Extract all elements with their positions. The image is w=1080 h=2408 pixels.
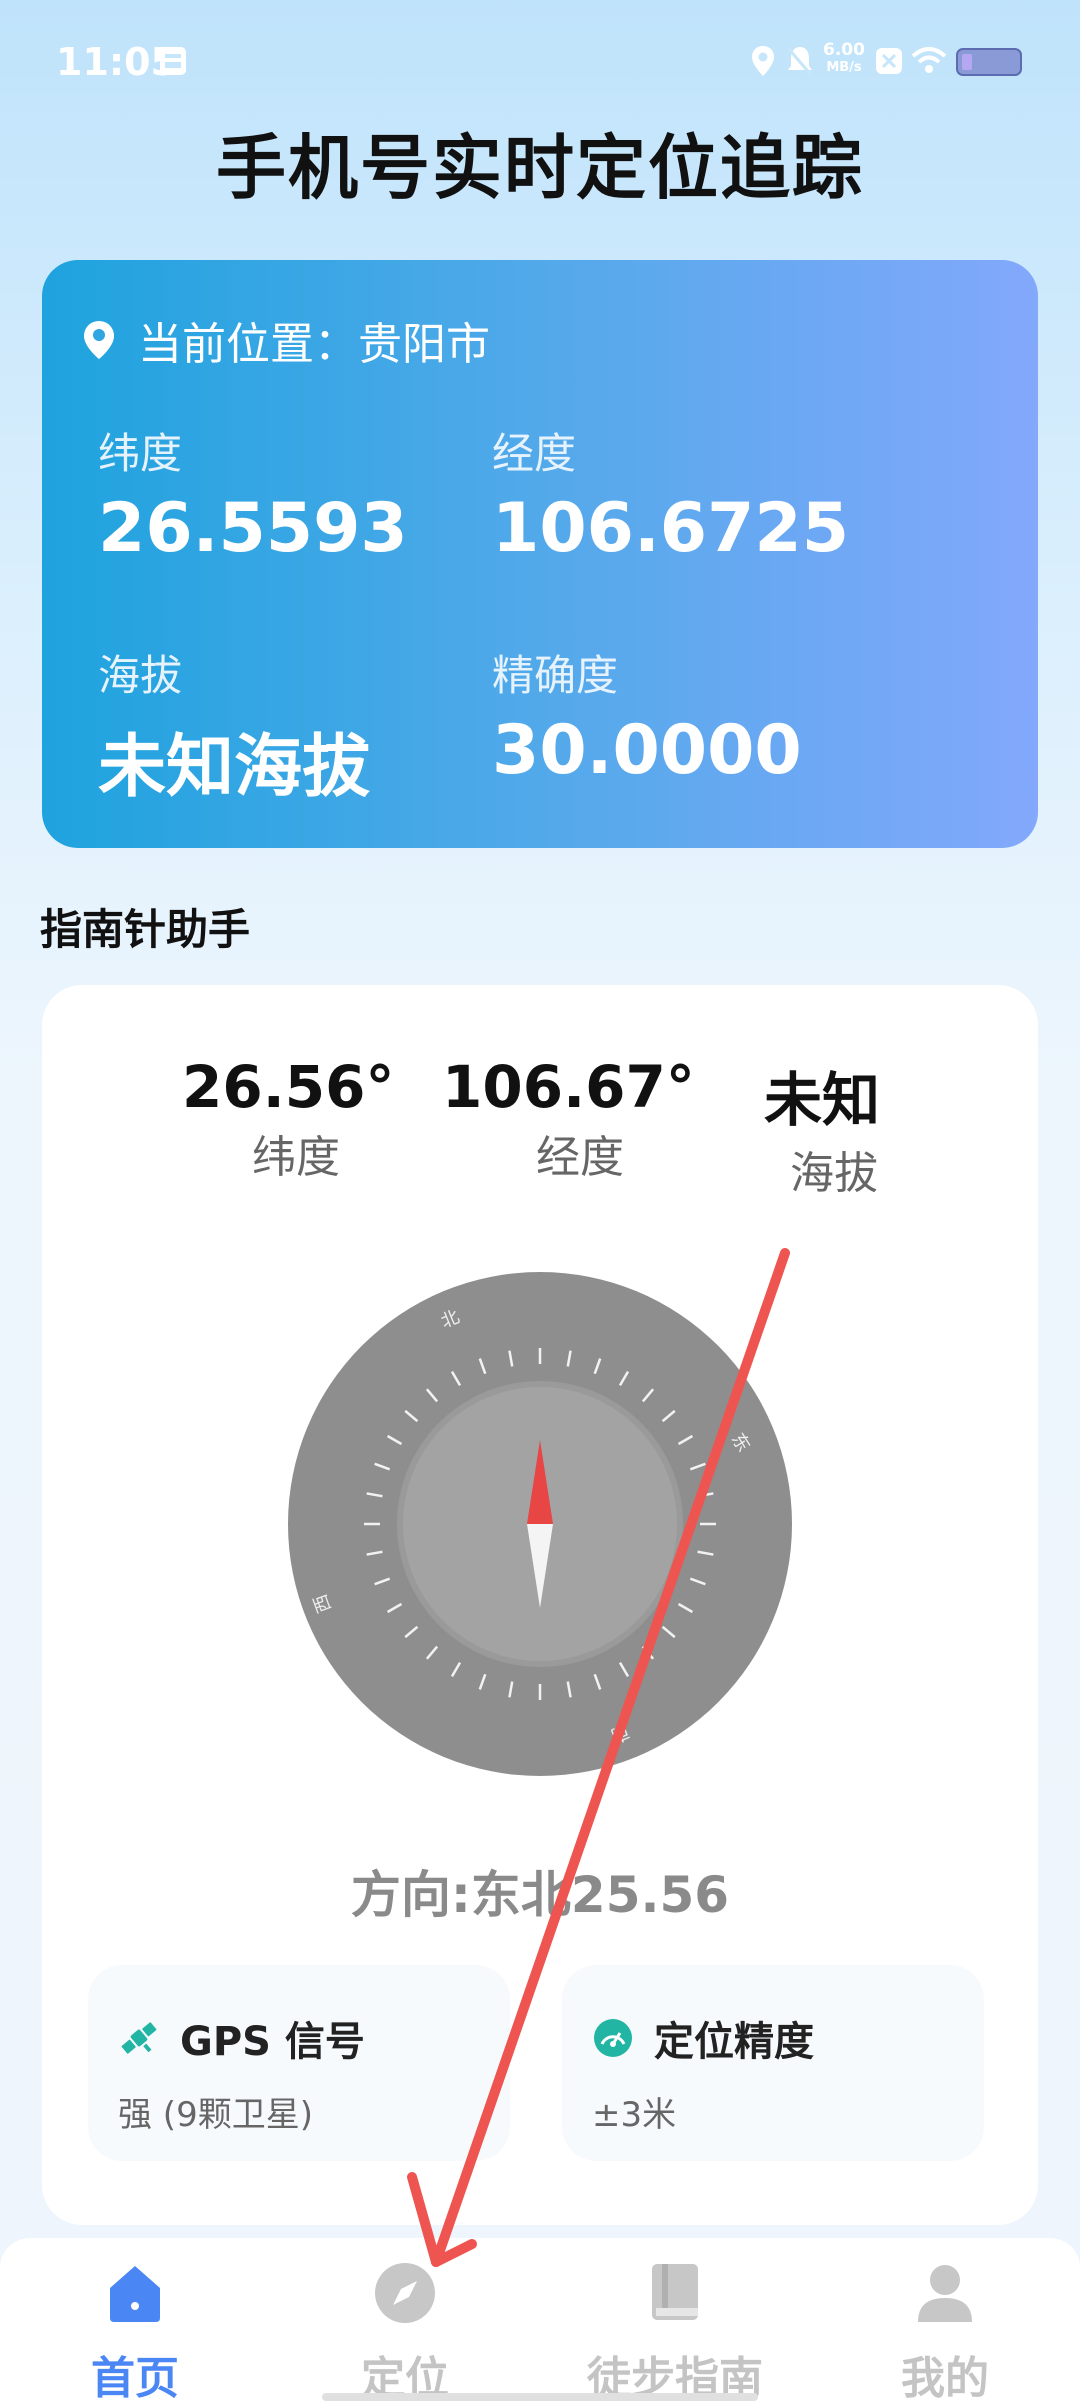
stat-latitude: 26.56° 纬度 [182,1053,402,1185]
stat-longitude-value: 106.67° [442,1053,695,1121]
accuracy-label: 精确度 [492,651,619,700]
longitude-cell: 经度 106.6725 [492,420,849,568]
compass-card: 26.56° 纬度 106.67° 经度 未知 海拔 北 东 南 西 方向:东北… [42,985,1038,2225]
section-title-compass: 指南针助手 [40,905,251,954]
satellite-icon [121,2022,157,2054]
accuracy-cell: 精确度 30.0000 [492,642,802,790]
stat-altitude-value: 未知 [764,1066,881,1134]
close-box-icon [876,48,902,74]
gps-signal-value: 强 (9颗卫星) [118,2095,313,2135]
gauge-icon [594,2019,632,2057]
notification-icon [160,47,186,75]
precision-title: 定位精度 [592,2009,814,2067]
stat-altitude: 未知 海拔 [764,1053,944,1201]
nav-hiking-guide[interactable]: 徒步指南 [540,2238,810,2408]
bottom-nav: 首页 定位 徒步指南 我的 [0,2238,1080,2408]
mute-icon [786,47,814,77]
stat-longitude: 106.67° 经度 [442,1053,695,1185]
precision-value: ±3米 [592,2095,677,2135]
status-bar: 11:05 6.00 MB/s [0,0,1080,120]
precision-title-text: 定位精度 [654,2019,814,2065]
location-icon [752,46,774,76]
nav-me-label: 我的 [901,2353,989,2404]
altitude-label: 海拔 [98,651,183,700]
stat-latitude-value: 26.56° [182,1053,395,1121]
nav-locate[interactable]: 定位 [270,2238,540,2408]
home-indicator[interactable] [322,2393,758,2401]
compass-dial[interactable]: 北 东 南 西 [286,1270,794,1778]
altitude-cell: 海拔 未知海拔 [98,642,370,810]
stat-latitude-label: 纬度 [252,1132,340,1183]
gps-signal-title: GPS 信号 [118,2009,365,2067]
page-title: 手机号实时定位追踪 [216,127,864,209]
current-location-text: 当前位置：贵阳市 [138,319,490,370]
user-icon [918,2265,972,2322]
net-speed-value: 6.00 [823,40,865,60]
home-icon [110,2266,160,2322]
gps-signal-title-text: GPS 信号 [180,2019,365,2065]
precision-box: 定位精度 ±3米 [562,1965,984,2161]
location-card: 当前位置：贵阳市 纬度 26.5593 经度 106.6725 海拔 未知海拔 … [42,260,1038,848]
nav-me[interactable]: 我的 [810,2238,1080,2408]
current-location: 当前位置：贵阳市 [82,308,490,372]
direction-text: 方向:东北25.56 [350,1866,730,1924]
net-speed-unit: MB/s [826,60,862,75]
net-speed: 6.00 MB/s [820,42,868,76]
accuracy-value: 30.0000 [492,711,802,790]
longitude-label: 经度 [492,429,577,478]
compass-icon [375,2263,435,2323]
nav-home-label: 首页 [91,2353,179,2404]
latitude-value: 26.5593 [98,489,408,568]
stat-longitude-label: 经度 [536,1132,624,1183]
altitude-value: 未知海拔 [98,728,371,807]
stat-altitude-label: 海拔 [790,1148,878,1199]
longitude-value: 106.6725 [492,489,850,568]
latitude-label: 纬度 [98,429,183,478]
book-icon [652,2264,698,2320]
latitude-cell: 纬度 26.5593 [98,420,408,568]
location-pin-icon [84,321,114,359]
battery-icon [956,48,1022,76]
wifi-icon [911,47,947,73]
gps-signal-box: GPS 信号 强 (9颗卫星) [88,1965,510,2161]
nav-home[interactable]: 首页 [0,2238,270,2408]
